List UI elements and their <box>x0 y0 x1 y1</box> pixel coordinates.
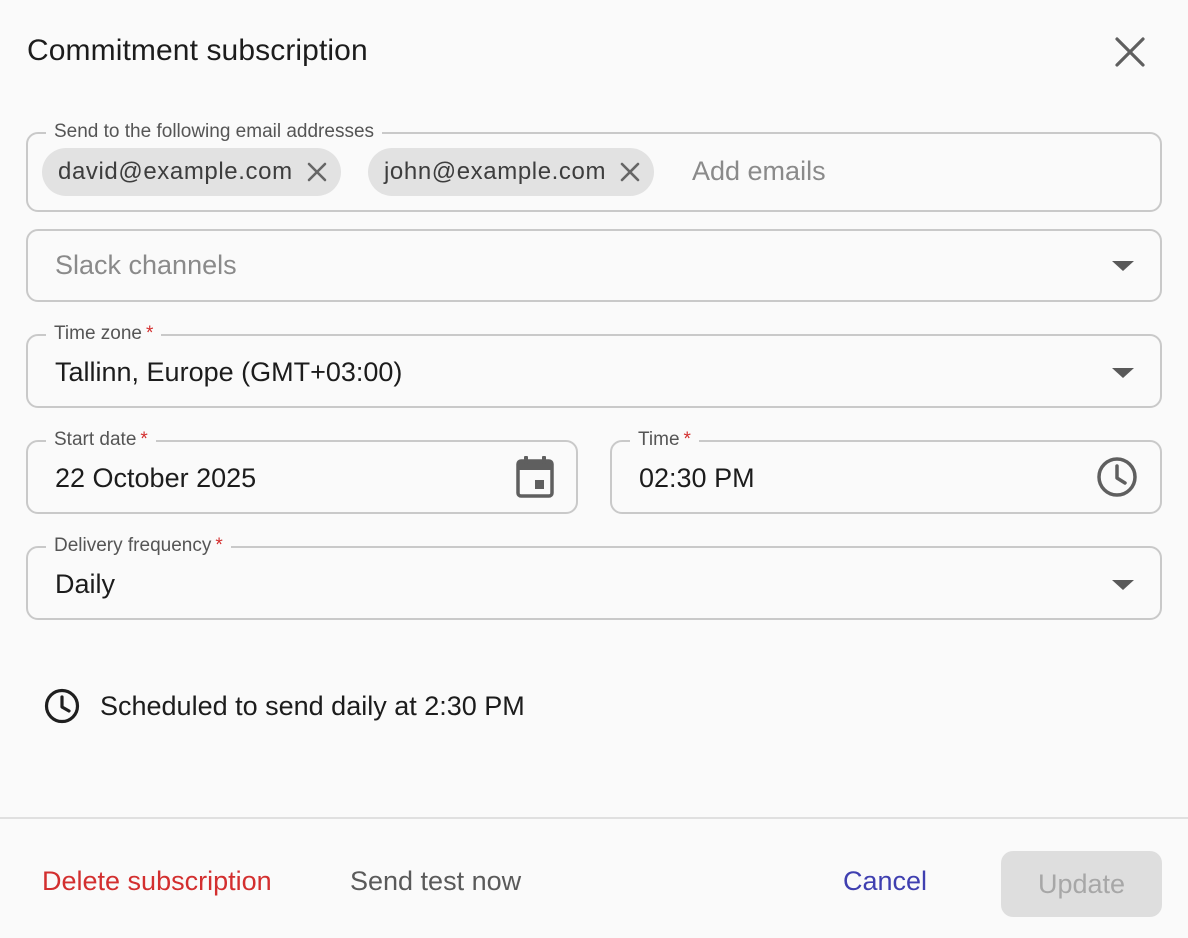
delivery-frequency-label: Delivery frequency * <box>46 536 231 556</box>
dialog-title: Commitment subscription <box>27 34 368 67</box>
email-chip-label: john@example.com <box>384 158 607 185</box>
update-button[interactable]: Update <box>1001 851 1162 917</box>
arrow-drop-down-icon <box>1112 261 1134 271</box>
schedule-summary-text: Scheduled to send daily at 2:30 PM <box>100 690 525 721</box>
schedule-summary: Scheduled to send daily at 2:30 PM <box>44 688 525 724</box>
required-mark: * <box>146 323 154 344</box>
calendar-icon <box>516 456 554 498</box>
email-recipients-field[interactable]: Send to the following email addresses da… <box>26 122 1162 212</box>
delivery-frequency-select[interactable]: Delivery frequency * Daily <box>26 536 1162 620</box>
close-icon <box>620 162 640 182</box>
send-test-button[interactable]: Send test now <box>350 866 521 897</box>
time-value: 02:30 PM <box>639 463 755 493</box>
delete-subscription-button[interactable]: Delete subscription <box>42 866 272 897</box>
open-time-picker-button[interactable] <box>1094 454 1140 500</box>
close-button[interactable] <box>1106 30 1154 74</box>
email-chip[interactable]: john@example.com <box>368 148 655 196</box>
start-date-value: 22 October 2025 <box>55 463 257 493</box>
add-emails-input[interactable]: Add emails <box>692 156 826 187</box>
footer-divider <box>0 817 1188 819</box>
delivery-frequency-value: Daily <box>55 569 116 599</box>
time-zone-label: Time zone * <box>46 323 162 344</box>
start-date-label: Start date * <box>46 430 156 450</box>
required-mark: * <box>140 429 148 450</box>
time-zone-value: Tallinn, Europe (GMT+03:00) <box>55 357 403 387</box>
email-chip-label: david@example.com <box>58 158 293 185</box>
slack-channels-select[interactable]: Slack channels <box>26 229 1162 302</box>
close-icon <box>1115 37 1145 67</box>
time-label: Time * <box>630 430 699 450</box>
subscription-dialog: Commitment subscription Send to the foll… <box>0 0 1188 938</box>
remove-chip-button[interactable] <box>301 156 333 188</box>
open-calendar-button[interactable] <box>512 454 558 500</box>
time-zone-select[interactable]: Time zone * Tallinn, Europe (GMT+03:00) <box>26 324 1162 408</box>
email-chip[interactable]: david@example.com <box>42 148 341 196</box>
time-field[interactable]: Time * 02:30 PM <box>610 430 1162 514</box>
slack-channels-placeholder: Slack channels <box>55 250 237 280</box>
remove-chip-button[interactable] <box>614 156 646 188</box>
start-date-field[interactable]: Start date * 22 October 2025 <box>26 430 578 514</box>
cancel-button[interactable]: Cancel <box>843 866 927 897</box>
arrow-drop-down-icon <box>1112 368 1134 378</box>
clock-icon <box>1097 457 1137 497</box>
email-recipients-label: Send to the following email addresses <box>46 122 383 142</box>
clock-icon <box>44 688 80 724</box>
arrow-drop-down-icon <box>1112 580 1134 590</box>
close-icon <box>307 162 326 182</box>
required-mark: * <box>683 429 691 450</box>
required-mark: * <box>215 535 223 556</box>
